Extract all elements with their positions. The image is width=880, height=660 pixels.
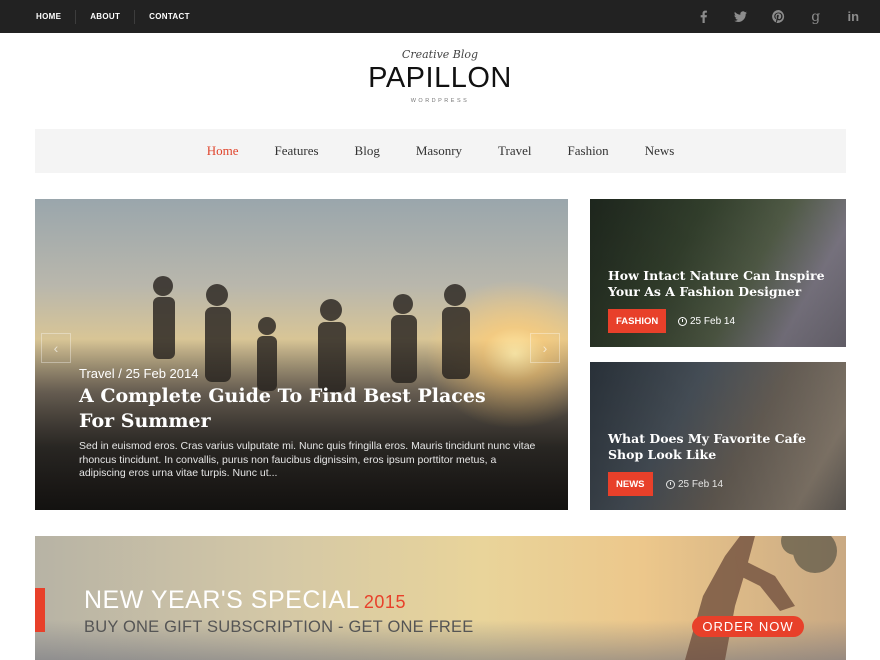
nav-item-travel[interactable]: Travel (498, 143, 531, 159)
logo-tagline: Creative Blog (401, 48, 479, 61)
featured-card[interactable]: How Intact Nature Can Inspire Your As A … (590, 199, 846, 347)
logo-subtitle: WORDPRESS (410, 98, 470, 104)
logo-name: PAPILLON (368, 62, 512, 94)
post-date-text: 25 Feb 14 (690, 316, 736, 327)
post-date-text: 25 Feb 14 (678, 479, 724, 490)
promo-banner[interactable]: NEW YEAR'S SPECIAL 2015 BUY ONE GIFT SUBS… (35, 536, 846, 660)
nav-item-masonry[interactable]: Masonry (416, 143, 462, 159)
category-badge[interactable]: FASHION (608, 309, 667, 333)
top-links: HOME ABOUT CONTACT (22, 0, 204, 33)
pinterest-icon[interactable] (760, 10, 798, 23)
facebook-icon[interactable] (685, 10, 723, 23)
banner-year: 2015 (363, 592, 406, 612)
hero-meta[interactable]: Travel / 25 Feb 2014 (79, 366, 198, 381)
social-icons: g in (685, 0, 873, 33)
hero-excerpt: Sed in euismod eros. Cras varius vulputa… (79, 440, 536, 479)
clock-icon (666, 480, 675, 489)
banner-accent-bar (35, 588, 45, 632)
hero-title[interactable]: A Complete Guide To Find Best Places For… (79, 384, 519, 434)
top-link-about[interactable]: ABOUT (75, 9, 134, 24)
featured-card[interactable]: What Does My Favorite Cafe Shop Look Lik… (590, 362, 846, 510)
post-date: 25 Feb 14 (678, 316, 735, 327)
slider-prev-arrow-icon[interactable]: ‹ (41, 333, 71, 363)
nav-item-home[interactable]: Home (207, 143, 239, 159)
top-link-contact[interactable]: CONTACT (134, 9, 204, 24)
slider-next-arrow-icon[interactable]: › (530, 333, 560, 363)
banner-headline: NEW YEAR'S SPECIAL 2015 (84, 586, 406, 615)
top-bar: HOME ABOUT CONTACT g in (0, 0, 880, 33)
google-plus-icon[interactable]: g (797, 9, 835, 25)
banner-subline: BUY ONE GIFT SUBSCRIPTION - GET ONE FREE (84, 618, 474, 636)
nav-item-blog[interactable]: Blog (355, 143, 380, 159)
nav-item-features[interactable]: Features (274, 143, 318, 159)
post-date: 25 Feb 14 (666, 479, 723, 490)
banner-headline-text: NEW YEAR'S SPECIAL (84, 586, 360, 614)
card-title[interactable]: How Intact Nature Can Inspire Your As A … (608, 268, 836, 299)
site-logo[interactable]: Creative Blog PAPILLON WORDPRESS (0, 48, 880, 106)
nav-item-fashion[interactable]: Fashion (568, 143, 609, 159)
top-link-home[interactable]: HOME (22, 10, 75, 24)
hero-slider[interactable]: ‹ › Travel / 25 Feb 2014 A Complete Guid… (35, 199, 568, 510)
nav-item-news[interactable]: News (645, 143, 675, 159)
main-nav: Home Features Blog Masonry Travel Fashio… (35, 129, 846, 173)
clock-icon (678, 317, 687, 326)
linkedin-icon[interactable]: in (835, 9, 873, 24)
twitter-icon[interactable] (722, 10, 760, 23)
order-now-button[interactable]: ORDER NOW (692, 616, 804, 637)
category-badge[interactable]: NEWS (608, 472, 653, 496)
card-title[interactable]: What Does My Favorite Cafe Shop Look Lik… (608, 431, 836, 462)
